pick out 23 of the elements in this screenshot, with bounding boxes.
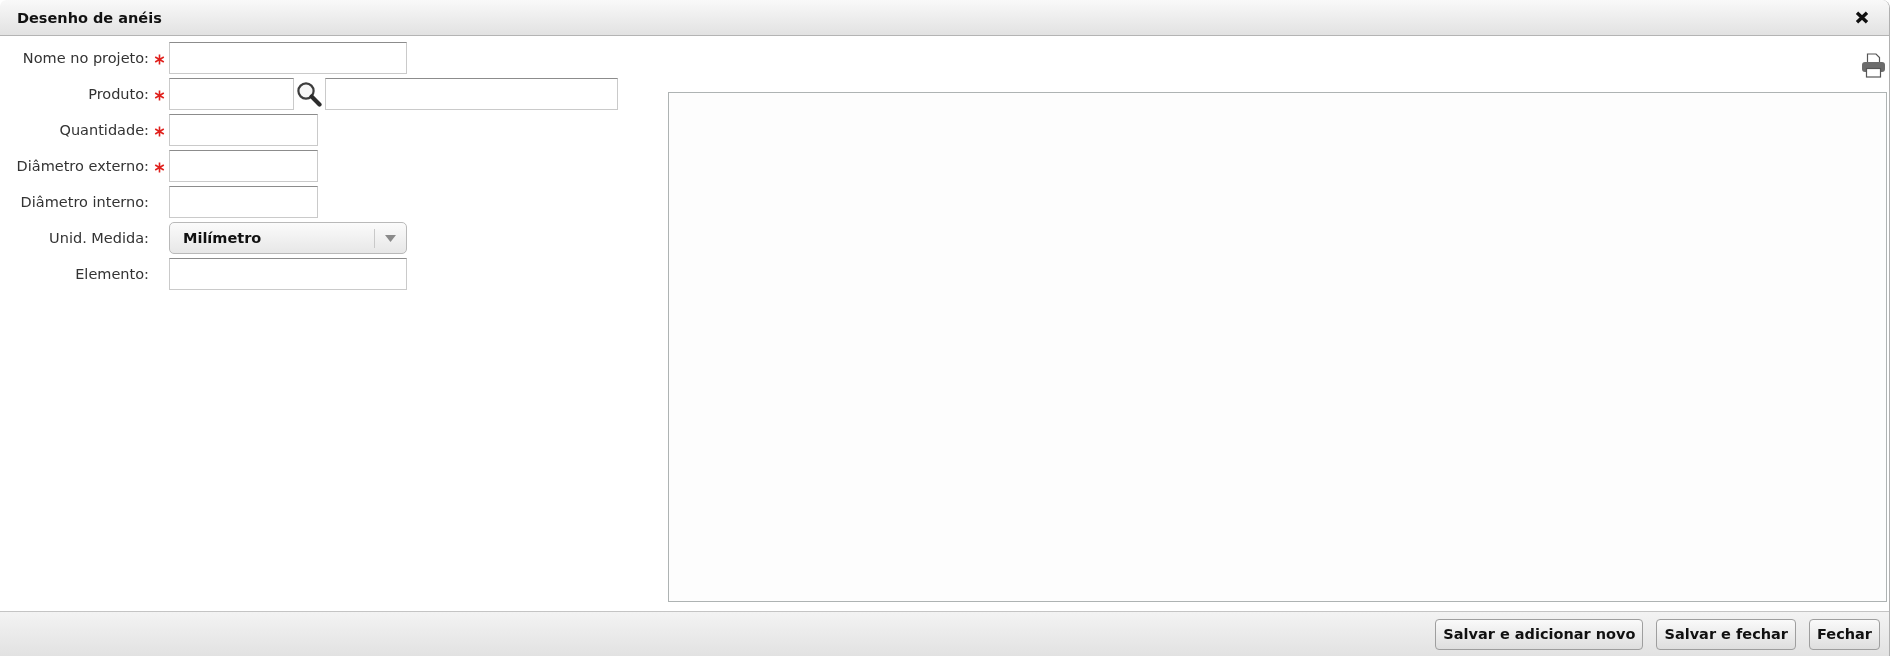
- field-label: Elemento:: [75, 266, 149, 282]
- text-field[interactable]: [169, 150, 318, 182]
- description-field[interactable]: [325, 78, 618, 110]
- action-button[interactable]: Salvar e adicionar novo: [1435, 618, 1644, 650]
- window-title: Desenho de anéis: [17, 9, 162, 26]
- field-label: Quantidade:: [59, 122, 149, 138]
- text-field[interactable]: [169, 258, 407, 290]
- field-label: Nome no projeto:: [22, 50, 149, 66]
- close-icon[interactable]: [1855, 11, 1869, 24]
- field-label: Produto:: [88, 86, 149, 102]
- caret-icon: [385, 234, 396, 242]
- text-field[interactable]: [169, 186, 318, 218]
- print-icon[interactable]: [1861, 53, 1886, 78]
- code-field[interactable]: [169, 78, 294, 110]
- text-field[interactable]: [169, 114, 318, 146]
- unit-dropdown[interactable]: Milímetro: [169, 222, 407, 254]
- field-label: Diâmetro interno:: [20, 194, 149, 210]
- text-field[interactable]: [169, 42, 407, 74]
- search-icon[interactable]: [296, 81, 322, 107]
- action-button[interactable]: Salvar e fechar: [1656, 618, 1796, 650]
- field-label: Unid. Medida:: [49, 230, 149, 246]
- field-label: Diâmetro externo:: [16, 158, 149, 174]
- action-button[interactable]: Fechar: [1809, 618, 1880, 650]
